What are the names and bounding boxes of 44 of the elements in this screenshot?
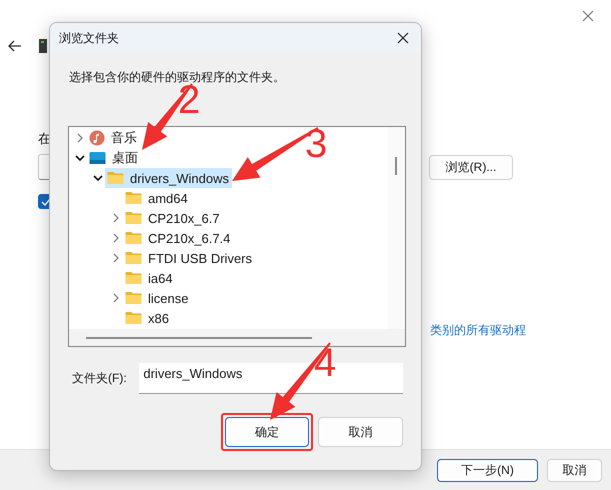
music-icon <box>89 130 105 146</box>
checkmark-icon <box>40 198 50 206</box>
folder-icon <box>125 231 142 245</box>
tree-item[interactable]: x86 <box>123 308 172 328</box>
back-arrow-icon[interactable] <box>8 40 22 52</box>
expand-chevron-icon[interactable] <box>111 253 121 263</box>
expand-chevron-icon[interactable] <box>75 133 85 143</box>
field-label: 在 <box>38 130 51 148</box>
folder-icon <box>125 191 142 205</box>
folder-label: 文件夹(F): <box>71 370 128 387</box>
vertical-scrollbar[interactable] <box>388 127 405 329</box>
tree-item[interactable]: license <box>123 288 192 308</box>
cancel-button[interactable]: 取消 <box>318 417 403 447</box>
instruction-text: 选择包含你的硬件的驱动程序的文件夹。 <box>68 69 286 85</box>
expand-chevron-icon[interactable] <box>111 213 121 223</box>
collapse-chevron-icon[interactable] <box>93 173 103 183</box>
tree-item[interactable]: 音乐 <box>87 128 140 148</box>
folder-icon <box>125 271 142 285</box>
device-icon <box>38 38 48 54</box>
tree-item[interactable]: CP210x_6.7.4 <box>123 228 234 248</box>
ok-button[interactable]: 确定 <box>225 417 309 447</box>
next-button[interactable]: 下一步(N) <box>437 458 538 482</box>
horizontal-scrollbar[interactable] <box>69 329 405 346</box>
folder-icon <box>125 311 142 325</box>
dialog-title: 浏览文件夹 <box>59 30 119 46</box>
folder-icon <box>125 211 142 225</box>
tree-item[interactable]: FTDI USB Drivers <box>123 248 255 268</box>
collapse-chevron-icon[interactable] <box>75 153 85 163</box>
expand-chevron-icon[interactable] <box>111 293 121 303</box>
tree-item[interactable]: 桌面 <box>87 148 141 168</box>
tree-item[interactable]: CP210x_6.7 <box>123 208 223 228</box>
browse-button[interactable]: 浏览(R)... <box>429 154 513 180</box>
cancel-button[interactable]: 取消 <box>547 458 602 482</box>
tree-item[interactable]: amd64 <box>123 188 191 208</box>
tree-item[interactable]: drivers_Windows <box>105 168 232 188</box>
expand-chevron-icon[interactable] <box>111 233 121 243</box>
step-number: 2 <box>178 84 200 116</box>
folder-icon <box>107 171 124 185</box>
folder-icon <box>125 291 142 305</box>
folder-icon <box>125 251 142 265</box>
close-icon[interactable] <box>397 32 409 44</box>
driver-link[interactable]: 类别的所有驱动程 <box>430 323 526 337</box>
desktop-icon <box>89 151 106 165</box>
tree-item[interactable]: ia64 <box>123 268 176 288</box>
